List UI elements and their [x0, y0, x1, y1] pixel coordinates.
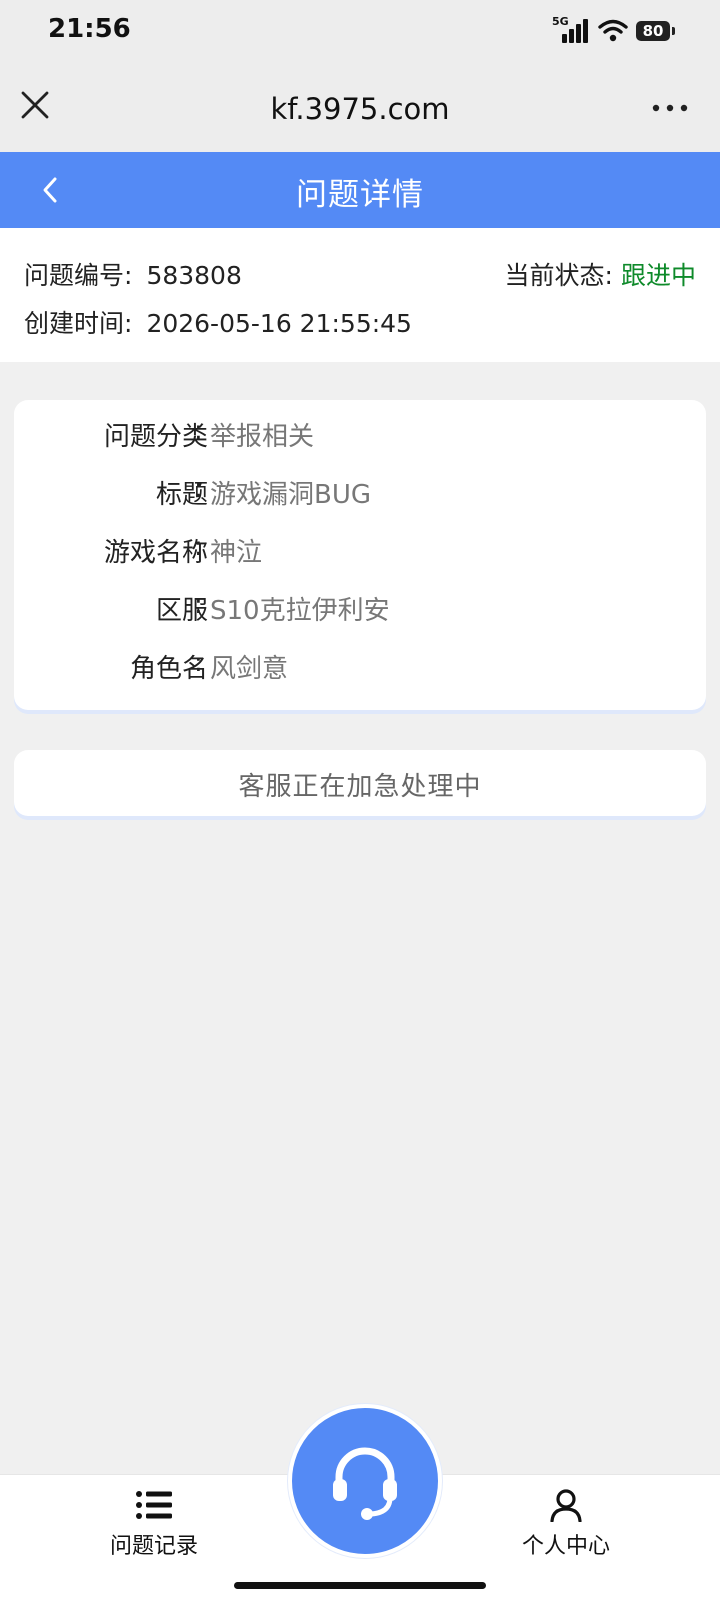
status-icons: 5G 80 — [552, 15, 675, 46]
detail-card: 问题分类 : 举报相关 标题 : 游戏漏洞BUG 游戏名称 : 神泣 区服 : … — [14, 400, 706, 710]
detail-label: 游戏名称 — [103, 538, 208, 568]
ticket-status-label: 当前状态: — [504, 261, 613, 290]
page-title: 问题详情 — [296, 177, 424, 213]
url-text: kf.3975.com — [270, 92, 450, 126]
list-icon — [136, 1491, 172, 1519]
detail-row-category: 问题分类 : 举报相关 — [103, 416, 315, 452]
ticket-info-panel — [0, 228, 720, 362]
status-time: 21:56 — [48, 14, 131, 44]
network-type: 5G — [552, 15, 569, 28]
tab-label: 个人中心 — [521, 1534, 610, 1559]
home-indicator[interactable] — [234, 1582, 486, 1589]
detail-value: 游戏漏洞BUG — [210, 480, 372, 510]
detail-row-character: 角色名 : 风剑意 — [129, 648, 289, 684]
ticket-created-row: 创建时间: 2026-05-16 21:55:45 — [24, 304, 412, 340]
ticket-number-row: 问题编号: 583808 — [24, 256, 242, 292]
detail-label: 问题分类 — [103, 422, 208, 452]
detail-value: 举报相关 — [210, 422, 315, 452]
process-status-card: 客服正在加急处理中 — [14, 750, 706, 816]
tab-personal-center[interactable]: 个人中心 — [486, 1488, 646, 1560]
cellular-signal-icon: 5G — [552, 15, 590, 45]
headset-icon — [333, 1447, 397, 1520]
ticket-status-row: 当前状态: 跟进中 — [505, 256, 696, 292]
customer-service-button[interactable] — [288, 1404, 442, 1558]
battery-level: 80 — [642, 22, 664, 40]
user-icon — [550, 1489, 582, 1522]
ticket-number-label: 问题编号: — [24, 261, 133, 290]
status-bar: 21:56 5G 80 — [0, 0, 720, 60]
battery-icon: 80 — [636, 21, 675, 41]
page: 21:56 5G 80 kf.3975.com 问题详情 问题编号: 58380… — [0, 0, 720, 1600]
ticket-status-badge: 跟进中 — [620, 261, 696, 290]
ticket-number: 583808 — [146, 261, 242, 290]
tab-question-records[interactable]: 问题记录 — [74, 1488, 234, 1560]
tab-label: 问题记录 — [109, 1534, 198, 1559]
detail-row-game: 游戏名称 : 神泣 — [103, 532, 263, 568]
ticket-created-time: 2026-05-16 21:55:45 — [146, 309, 412, 338]
process-message: 客服正在加急处理中 — [238, 772, 482, 802]
ticket-created-label: 创建时间: — [24, 309, 133, 338]
wifi-icon — [598, 19, 628, 42]
detail-value: S10克拉伊利安 — [210, 596, 390, 626]
detail-row-title: 标题 : 游戏漏洞BUG — [155, 474, 372, 510]
detail-value: 风剑意 — [210, 654, 289, 684]
detail-value: 神泣 — [210, 538, 263, 568]
more-horizontal-icon[interactable] — [650, 96, 690, 120]
detail-row-server: 区服 : S10克拉伊利安 — [155, 590, 390, 626]
